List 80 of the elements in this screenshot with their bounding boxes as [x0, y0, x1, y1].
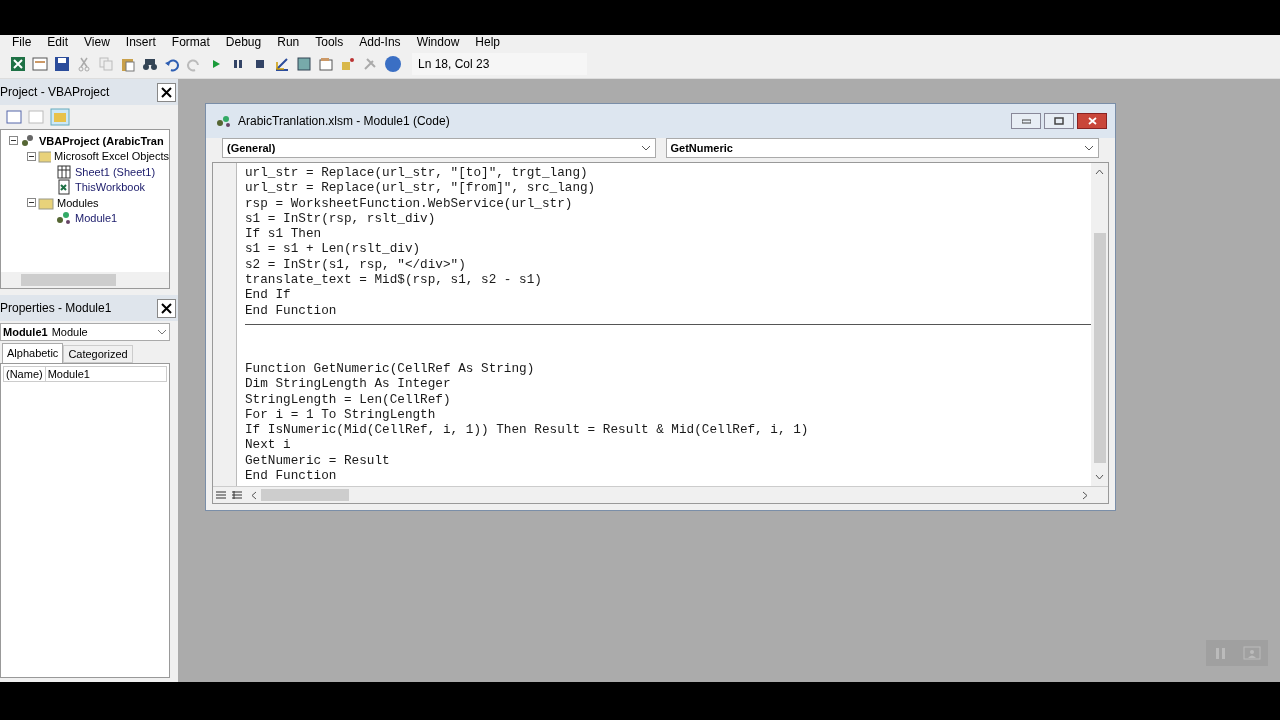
- property-value: Module1: [46, 366, 91, 382]
- chevron-icon: [1084, 145, 1094, 151]
- tree-item[interactable]: Microsoft Excel Objects: [54, 148, 169, 165]
- chevron-icon: [640, 145, 651, 151]
- code-line: translate_text = Mid$(rsp, s1, s2 - s1): [245, 272, 542, 288]
- code-line: Next i: [245, 437, 291, 453]
- code-line: Dim StringLength As Integer: [245, 376, 451, 392]
- minimize-icon: [1021, 118, 1031, 124]
- module-icon: [216, 114, 232, 128]
- close-button[interactable]: [157, 82, 176, 102]
- menu-item[interactable]: Format: [171, 33, 210, 51]
- close-icon: [161, 86, 172, 98]
- menu-item[interactable]: Tools: [315, 33, 344, 51]
- code-line: If IsNumeric(Mid(CellRef, i, 1)) Then Result = Result & Mid(CellRef, i, 1): [245, 422, 809, 438]
- menu-item[interactable]: View: [84, 33, 110, 51]
- object-dropdown[interactable]: (General): [222, 138, 656, 158]
- code-line: url_str = Replace(url_str, "[to]", trgt_lang): [245, 165, 588, 181]
- menu-item[interactable]: Add-Ins: [359, 33, 401, 51]
- tree-item[interactable]: Sheet1 (Sheet1): [75, 163, 156, 180]
- menu-item[interactable]: Help: [475, 33, 500, 51]
- menu-item[interactable]: Window: [416, 33, 460, 51]
- restore-icon: [1054, 117, 1064, 125]
- expander-icon[interactable]: [27, 151, 36, 161]
- menu-item[interactable]: Edit: [47, 33, 69, 51]
- vertical-scrollbar[interactable]: [1091, 163, 1108, 486]
- form-icon[interactable]: [32, 55, 48, 72]
- code-line: End Function: [245, 302, 337, 318]
- code-line: rsp = WorksheetFunction.WebService(url_str): [245, 195, 573, 211]
- code-line: If s1 Then: [245, 226, 322, 242]
- module-view-icon[interactable]: [231, 490, 243, 500]
- workbook-icon: [56, 179, 72, 196]
- horizontal-scrollbar[interactable]: [1, 272, 169, 288]
- horizontal-scrollbar[interactable]: [251, 487, 1088, 503]
- property-name: (Name): [4, 365, 46, 383]
- procedure-dropdown[interactable]: GetNumeric: [665, 138, 1099, 158]
- view-code-icon[interactable]: [6, 110, 22, 124]
- module-icon: [56, 210, 72, 227]
- close-icon: [1087, 117, 1097, 125]
- expander-icon[interactable]: [9, 136, 18, 146]
- object-dropdown[interactable]: Module1 Module: [0, 323, 170, 341]
- properties-icon[interactable]: [318, 55, 334, 72]
- sheet-icon: [56, 163, 72, 180]
- panel-title: Project - VBAProject: [0, 84, 110, 101]
- window-title: ArabicTranlation.xlsm - Module1 (Code): [238, 113, 451, 130]
- code-line: s1 = s1 + Len(rslt_div): [245, 241, 421, 257]
- menu-item[interactable]: Insert: [125, 33, 156, 51]
- procedure-view-icon[interactable]: [215, 490, 227, 500]
- tab[interactable]: Alphabetic: [2, 343, 64, 363]
- code-line: End If: [245, 287, 291, 303]
- code-line: Function GetNumeric(CellRef As String): [245, 360, 535, 377]
- tree-item[interactable]: Modules: [57, 194, 99, 211]
- minimize-button[interactable]: [1011, 113, 1041, 129]
- panel-title: Properties - Module1: [0, 300, 112, 317]
- tree-item[interactable]: ThisWorkbook: [75, 179, 146, 196]
- code-line: url_str = Replace(url_str, "[from]", src_lang): [245, 180, 596, 196]
- menu-item[interactable]: Run: [277, 33, 300, 51]
- code-line: End Function: [245, 468, 337, 484]
- tab[interactable]: Categorized: [63, 345, 133, 363]
- code-line: s1 = InStr(rsp, rslt_div): [245, 210, 436, 227]
- menu-item[interactable]: Debug: [225, 33, 262, 51]
- code-line: StringLength = Len(CellRef): [245, 391, 451, 407]
- chevron-icon: [157, 329, 167, 335]
- restore-button[interactable]: [1044, 113, 1074, 129]
- code-line: GetNumeric = Result: [245, 452, 390, 469]
- close-button[interactable]: [157, 298, 176, 318]
- save-icon[interactable]: [54, 55, 70, 72]
- project-icon: [20, 132, 36, 149]
- close-icon: [161, 302, 172, 314]
- close-button[interactable]: [1077, 113, 1107, 129]
- tree-item[interactable]: Module1: [75, 210, 118, 227]
- excel-icon[interactable]: [10, 55, 26, 72]
- code-line: s2 = InStr(s1, rsp, "</div>"): [245, 256, 466, 273]
- expander-icon[interactable]: [27, 198, 36, 208]
- cursor-position: Ln 18, Col 23: [412, 52, 587, 75]
- design-mode-icon[interactable]: [274, 55, 290, 72]
- code-line: For i = 1 To StringLength: [245, 406, 436, 423]
- object-browser-icon[interactable]: [340, 55, 356, 72]
- folder-icon: [38, 148, 52, 165]
- menu-item[interactable]: File: [12, 33, 32, 51]
- tree-item[interactable]: VBAProject (ArabicTran: [39, 132, 164, 149]
